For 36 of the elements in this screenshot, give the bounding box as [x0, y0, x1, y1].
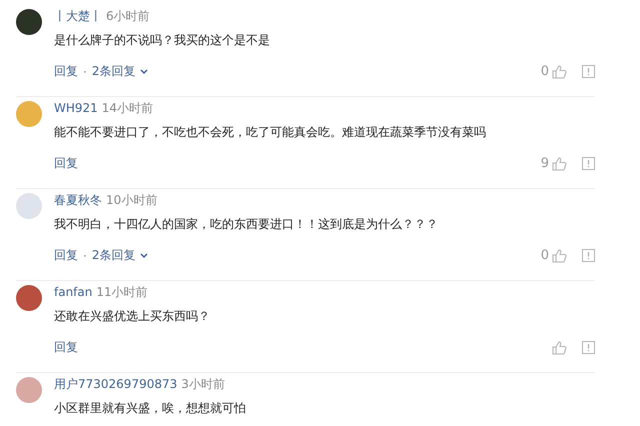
thumbs-up-icon[interactable] — [552, 248, 567, 262]
author-name[interactable]: 春夏秋冬 — [54, 192, 102, 209]
report-icon[interactable] — [582, 157, 595, 170]
author-name[interactable]: 用户7730269790873 — [54, 376, 178, 393]
thumbs-up-icon[interactable] — [552, 156, 567, 170]
comment-text: 能不能不要进口了，不吃也不会死，吃了可能真会吃。难道现在蔬菜季节没有菜吗 — [54, 124, 487, 141]
replies-link[interactable]: 2条回复 — [92, 247, 136, 264]
comment-text: 小区群里就有兴盛，唉，想想就可怕 — [54, 400, 247, 417]
like-count: 0 — [540, 64, 549, 79]
separator-dot: · — [83, 248, 87, 262]
comment-time: 3小时前 — [181, 376, 225, 393]
separator-dot: · — [83, 64, 87, 78]
like-count: 9 — [540, 156, 549, 171]
comment-text: 还敢在兴盛优选上买东西吗？ — [54, 308, 211, 325]
comment-time: 14小时前 — [102, 100, 154, 117]
author-name[interactable]: fanfan — [54, 285, 92, 299]
thumbs-up-icon[interactable] — [552, 64, 567, 78]
report-icon[interactable] — [582, 249, 595, 262]
comment-text: 是什么牌子的不说吗？我买的这个是不是 — [54, 32, 271, 49]
reply-link[interactable]: 回复 — [54, 155, 78, 172]
reply-link[interactable]: 回复 — [54, 339, 78, 356]
chevron-down-icon[interactable] — [140, 252, 148, 258]
reply-link[interactable]: 回复 — [54, 63, 78, 80]
comment-text: 我不明白，十四亿人的国家，吃的东西要进口！！这到底是为什么？？？ — [54, 216, 439, 233]
comment-time: 6小时前 — [106, 8, 150, 25]
report-icon[interactable] — [582, 65, 595, 78]
comment-time: 11小时前 — [96, 284, 148, 301]
thumbs-up-icon[interactable] — [552, 340, 567, 354]
comment-time: 10小时前 — [106, 192, 158, 209]
author-name[interactable]: 丨大楚丨 — [54, 8, 102, 25]
chevron-down-icon[interactable] — [140, 68, 148, 74]
author-name[interactable]: WH921 — [54, 101, 98, 115]
like-count: 0 — [540, 248, 549, 263]
reply-link[interactable]: 回复 — [54, 247, 78, 264]
report-icon[interactable] — [582, 341, 595, 354]
replies-link[interactable]: 2条回复 — [92, 63, 136, 80]
